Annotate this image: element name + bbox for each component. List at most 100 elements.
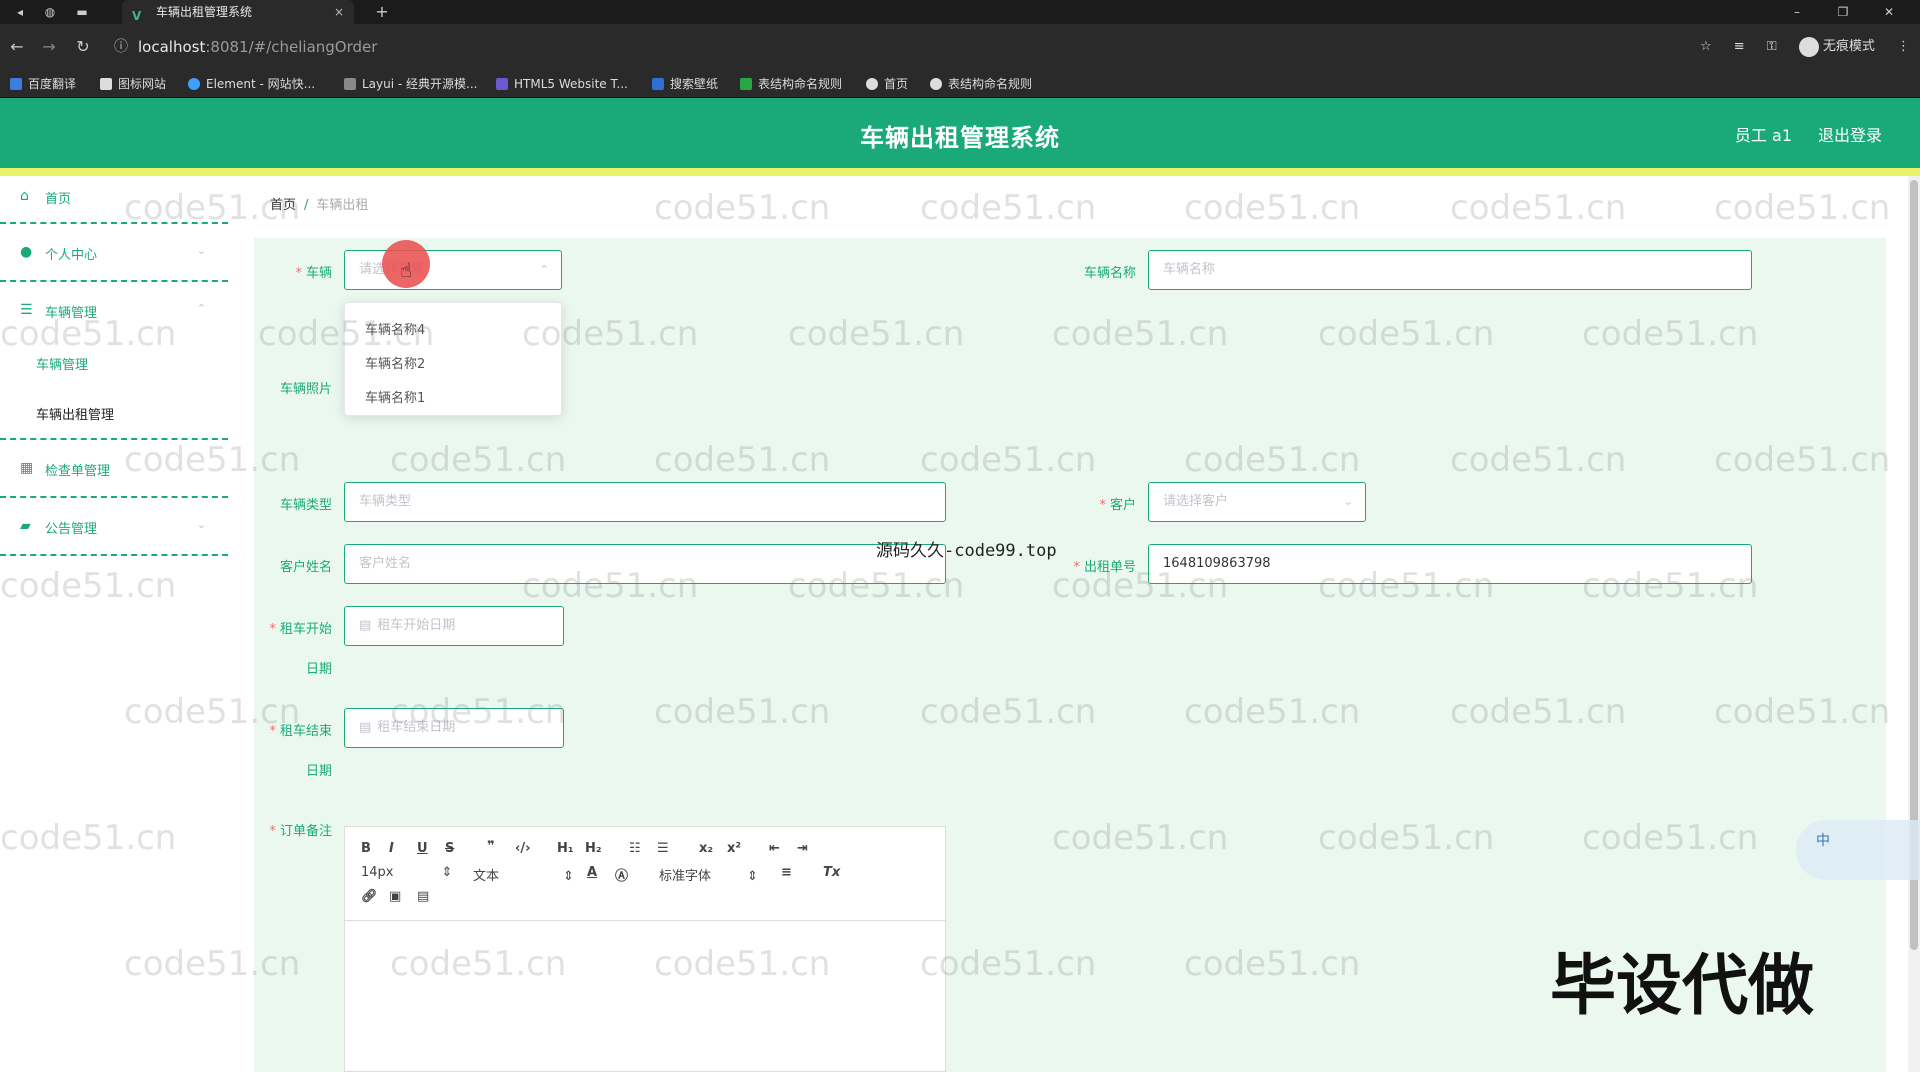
clear-format-icon[interactable]: Tx: [823, 865, 840, 880]
active-tab[interactable]: V 车辆出租管理系统 ×: [122, 0, 354, 24]
calendar-icon: ▤: [359, 618, 372, 633]
bookmark-item[interactable]: 首页: [866, 70, 908, 98]
user-icon: ●: [20, 244, 33, 260]
sidebar-item-personal[interactable]: ● 个人中心 ⌄: [0, 244, 228, 264]
sound-icon[interactable]: ◂: [12, 4, 28, 20]
vehicle-name-input[interactable]: 车辆名称: [1148, 250, 1752, 290]
font-size-select[interactable]: 14px ⇕: [361, 865, 452, 880]
font-family-select[interactable]: 标准字体 ⇕: [659, 865, 758, 884]
window-icon[interactable]: ▬: [74, 4, 90, 20]
align-icon[interactable]: ≡: [781, 865, 792, 880]
watermark: code51.cn: [1318, 314, 1495, 354]
start-date-label: * 租车开始: [269, 622, 332, 637]
logout-link[interactable]: 退出登录: [1818, 122, 1882, 146]
bookmark-item[interactable]: 图标网站: [100, 70, 166, 98]
vehicle-type-input[interactable]: 车辆类型: [344, 482, 946, 522]
background-color-icon[interactable]: Ⓐ: [615, 865, 628, 884]
bookmark-item[interactable]: 搜索壁纸: [652, 70, 718, 98]
key-icon[interactable]: ⚿: [1767, 39, 1777, 54]
site-info-icon[interactable]: ⓘ: [114, 32, 128, 62]
watermark: code51.cn: [920, 944, 1097, 984]
incognito-indicator[interactable]: 无痕模式: [1798, 36, 1875, 57]
watermark: code51.cn: [124, 188, 301, 228]
strike-icon[interactable]: S: [445, 841, 454, 856]
customer-select[interactable]: 请选择客户 ⌄: [1148, 482, 1366, 522]
italic-icon[interactable]: I: [389, 841, 394, 856]
watermark: code51.cn: [1450, 692, 1627, 732]
video-icon[interactable]: ▤: [417, 889, 429, 904]
reading-list-icon[interactable]: ≡: [1734, 39, 1745, 54]
watermark: code51.cn: [124, 944, 301, 984]
restore-icon[interactable]: ❐: [1820, 0, 1866, 24]
promo-text: 源码久久-code99.top: [876, 541, 1057, 561]
bookmark-item[interactable]: 表结构命名规则: [930, 70, 1032, 98]
watermark: code51.cn: [390, 692, 567, 732]
app-title: 车辆出租管理系统: [860, 124, 1060, 152]
bookmark-item[interactable]: 表结构命名规则: [740, 70, 842, 98]
menu-divider: [0, 496, 228, 498]
sidebar-subitem-vehicle[interactable]: 车辆管理: [36, 354, 88, 373]
dropdown-option[interactable]: 车辆名称1: [365, 387, 425, 406]
watermark: code51.cn: [920, 188, 1097, 228]
bookmark-item[interactable]: HTML5 Website T...: [496, 70, 628, 98]
h2-icon[interactable]: H₂: [585, 841, 602, 856]
dropdown-option[interactable]: 车辆名称2: [365, 353, 425, 372]
ime-widget[interactable]: 中: [1796, 820, 1920, 880]
menu-divider: [0, 554, 228, 556]
sidebar: ⌂ 首页 ● 个人中心 ⌄ ☰ 车辆管理 ⌃ 车辆管理 车辆出租管理 ▦ 检查单…: [0, 176, 228, 1072]
watermark: code51.cn: [1582, 566, 1759, 606]
editor-toolbar: B I U S ❞ ‹/› H₁ H₂ ☷ ☰ x₂ x² ⇤ ⇥ 14px ⇕ …: [345, 827, 945, 921]
bookmark-item[interactable]: 百度翻译: [10, 70, 76, 98]
vehicle-type-label: 车辆类型: [279, 498, 332, 513]
watermark: code51.cn: [1450, 440, 1627, 480]
indent-icon[interactable]: ⇥: [797, 841, 808, 856]
vehicle-label: * 车辆: [295, 266, 332, 281]
ordered-list-icon[interactable]: ☷: [629, 841, 641, 856]
header-select[interactable]: 文本 ⇕: [473, 865, 574, 884]
window-controls: – ❐ ✕: [1774, 0, 1912, 24]
superscript-icon[interactable]: x²: [727, 841, 741, 856]
h1-icon[interactable]: H₁: [557, 841, 574, 856]
close-window-icon[interactable]: ✕: [1866, 0, 1912, 24]
watermark: code51.cn: [124, 440, 301, 480]
url-field[interactable]: ⓘ localhost:8081/#/cheliangOrder: [108, 32, 1728, 62]
tab-close-icon[interactable]: ×: [334, 0, 344, 24]
vehicle-select[interactable]: 请选择车辆 ⌃: [344, 250, 562, 290]
watermark: code51.cn: [1318, 818, 1495, 858]
watermark: code51.cn: [654, 188, 831, 228]
scrollbar[interactable]: [1908, 176, 1920, 1072]
star-icon[interactable]: ☆: [1700, 39, 1712, 54]
bullet-list-icon[interactable]: ☰: [657, 841, 669, 856]
bookmark-item[interactable]: Layui - 经典开源模...: [344, 70, 477, 98]
breadcrumb-current: 车辆出租: [316, 198, 369, 213]
watermark: code51.cn: [0, 314, 177, 354]
minimize-icon[interactable]: –: [1774, 0, 1820, 24]
watermark: code51.cn: [390, 944, 567, 984]
back-icon[interactable]: ←: [6, 36, 28, 58]
start-date-picker[interactable]: ▤ 租车开始日期: [344, 606, 564, 646]
watermark: code51.cn: [1582, 818, 1759, 858]
menu-kebab-icon[interactable]: ⋮: [1897, 39, 1910, 54]
forward-icon[interactable]: →: [38, 36, 60, 58]
subscript-icon[interactable]: x₂: [699, 841, 713, 856]
watermark: code51.cn: [1184, 944, 1361, 984]
watermark: code51.cn: [522, 566, 699, 606]
bold-icon[interactable]: B: [361, 841, 371, 856]
outdent-icon[interactable]: ⇤: [769, 841, 780, 856]
sidebar-item-notice[interactable]: ▰ 公告管理 ⌄: [0, 518, 228, 538]
sidebar-subitem-rental[interactable]: 车辆出租管理: [36, 404, 114, 423]
font-color-icon[interactable]: A: [587, 865, 597, 880]
image-icon[interactable]: ▣: [389, 889, 401, 904]
watermark: code51.cn: [258, 314, 435, 354]
quote-icon[interactable]: ❞: [487, 839, 495, 854]
promo-stamp: 毕设代做: [1550, 947, 1814, 1024]
underline-icon[interactable]: U: [417, 841, 428, 856]
reload-icon[interactable]: ↻: [72, 36, 94, 58]
globe-icon[interactable]: ◍: [42, 4, 58, 20]
new-tab-button[interactable]: +: [374, 4, 390, 20]
code-icon[interactable]: ‹/›: [515, 841, 530, 856]
link-icon[interactable]: 🔗︎: [361, 889, 378, 904]
chevron-up-icon: ⌃: [196, 302, 206, 315]
bookmark-item[interactable]: Element - 网站快...: [188, 70, 315, 98]
user-name: 员工 a1: [1734, 126, 1792, 145]
